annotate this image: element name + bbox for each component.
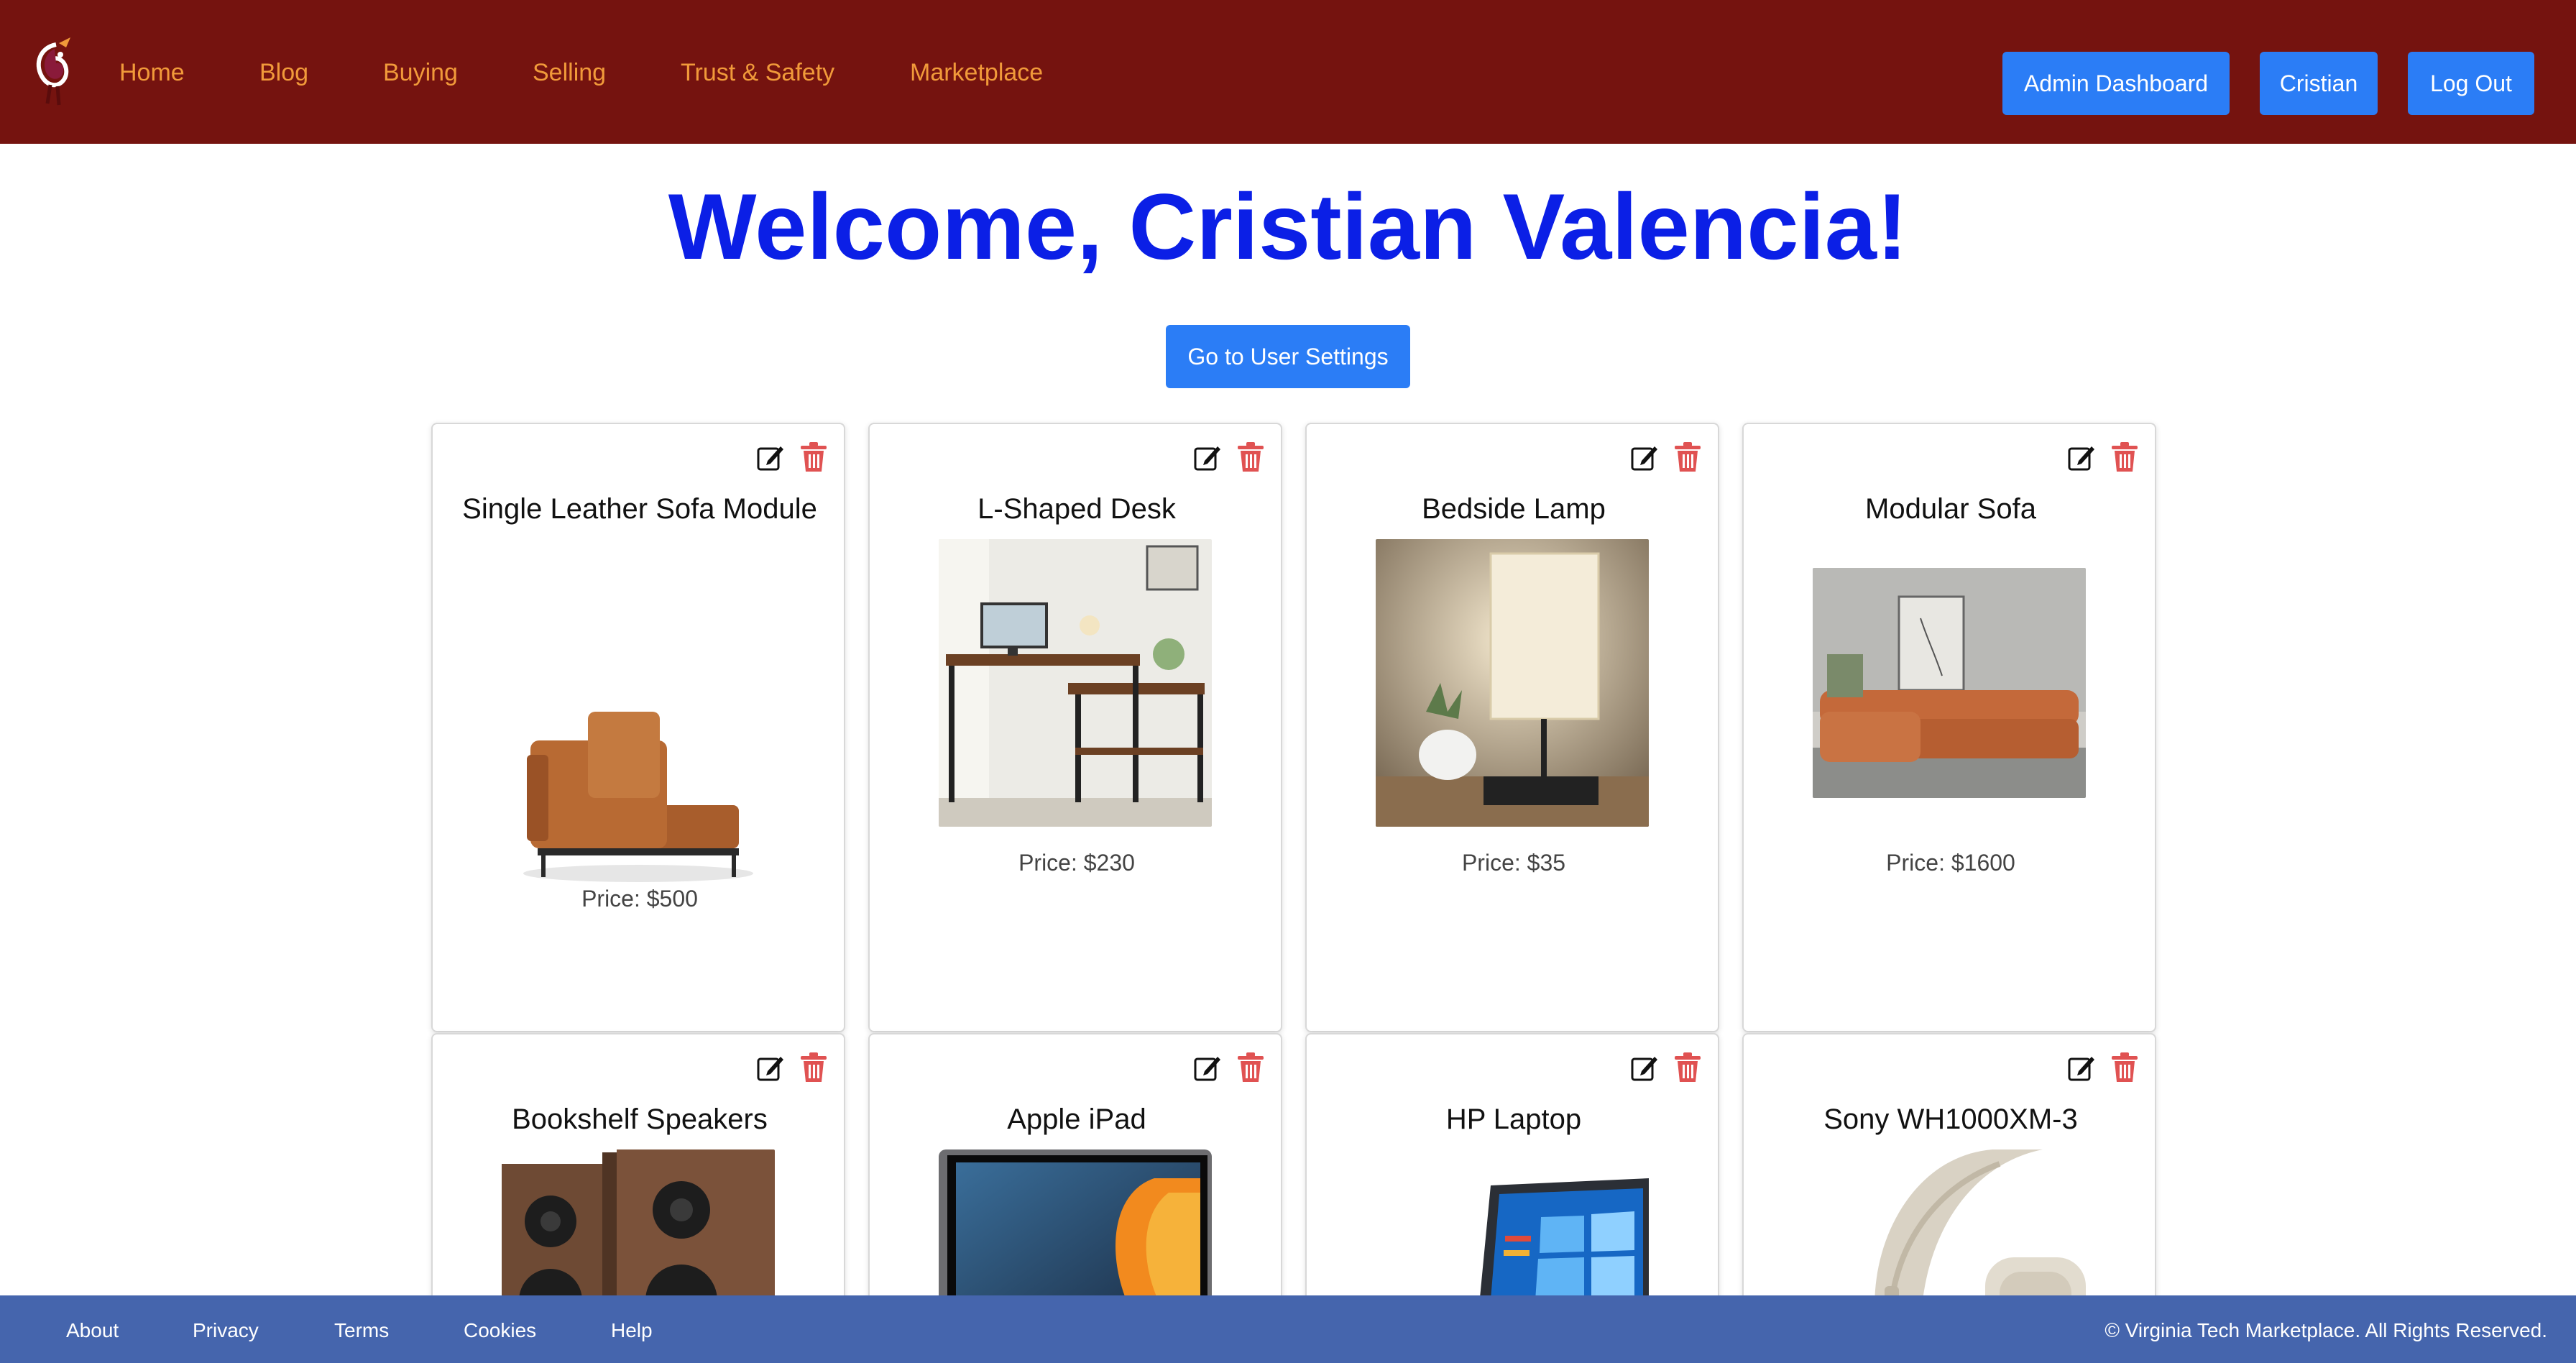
- footer-terms-link[interactable]: Terms: [334, 1318, 389, 1343]
- edit-icon[interactable]: [2067, 1053, 2096, 1082]
- trash-icon[interactable]: [799, 441, 828, 473]
- user-settings-button[interactable]: Go to User Settings: [1166, 325, 1410, 388]
- footer-privacy-link[interactable]: Privacy: [193, 1318, 259, 1343]
- top-navbar: Home Blog Buying Selling Trust & Safety …: [0, 0, 2576, 144]
- listing-title: Apple iPad: [1007, 1103, 1146, 1135]
- copyright-text: © Virginia Tech Marketplace. All Rights …: [2104, 1319, 2547, 1341]
- trash-icon[interactable]: [1673, 1052, 1702, 1083]
- welcome-heading: Welcome, Cristian Valencia!: [668, 174, 1908, 279]
- listing-card[interactable]: Modular Sofa Price: $1600: [1742, 423, 2156, 1032]
- listing-price: Price: $1600: [1886, 850, 2015, 876]
- edit-icon[interactable]: [1630, 443, 1659, 472]
- trash-icon[interactable]: [2110, 1052, 2139, 1083]
- hokiebird-logo-icon[interactable]: [26, 35, 86, 112]
- edit-icon[interactable]: [1193, 1053, 1222, 1082]
- nav-selling[interactable]: Selling: [533, 58, 606, 88]
- listing-card[interactable]: Apple iPad: [868, 1033, 1282, 1335]
- user-profile-button[interactable]: Cristian: [2260, 52, 2378, 115]
- trash-icon[interactable]: [1236, 1052, 1265, 1083]
- nav-marketplace[interactable]: Marketplace: [910, 58, 1043, 88]
- edit-icon[interactable]: [756, 443, 785, 472]
- listing-card[interactable]: HP Laptop: [1305, 1033, 1719, 1335]
- listing-title: Sony WH1000XM-3: [1823, 1103, 2078, 1135]
- listing-image[interactable]: [1376, 539, 1649, 827]
- listing-image[interactable]: [939, 539, 1212, 827]
- nav-trust-safety[interactable]: Trust & Safety: [681, 58, 834, 88]
- logout-button[interactable]: Log Out: [2408, 52, 2534, 115]
- listing-title: HP Laptop: [1445, 1103, 1582, 1135]
- listing-title: Single Leather Sofa Module: [462, 493, 817, 525]
- edit-icon[interactable]: [1193, 443, 1222, 472]
- listing-price: Price: $230: [1018, 850, 1135, 876]
- listing-card[interactable]: L-Shaped Desk Price: $230: [868, 423, 1282, 1032]
- trash-icon[interactable]: [2110, 441, 2139, 473]
- admin-dashboard-button[interactable]: Admin Dashboard: [2002, 52, 2230, 115]
- listing-card[interactable]: Single Leather Sofa Module Price: $500: [431, 423, 845, 1032]
- listing-title: Modular Sofa: [1865, 493, 2036, 525]
- listing-price: Price: $500: [581, 886, 698, 912]
- listing-card[interactable]: Bedside Lamp Price: $35: [1305, 423, 1719, 1032]
- footer-help-link[interactable]: Help: [611, 1318, 653, 1343]
- trash-icon[interactable]: [1236, 441, 1265, 473]
- nav-blog[interactable]: Blog: [259, 58, 308, 88]
- footer-about-link[interactable]: About: [66, 1318, 119, 1343]
- trash-icon[interactable]: [799, 1052, 828, 1083]
- footer: About Privacy Terms Cookies Help © Virgi…: [0, 1295, 2576, 1363]
- listing-price: Price: $35: [1461, 850, 1566, 876]
- listing-image[interactable]: [1813, 568, 2086, 798]
- listing-title: Bedside Lamp: [1422, 493, 1606, 525]
- edit-icon[interactable]: [1630, 1053, 1659, 1082]
- listing-card[interactable]: Bookshelf Speakers: [431, 1033, 845, 1335]
- listing-title: Bookshelf Speakers: [512, 1103, 768, 1135]
- edit-icon[interactable]: [2067, 443, 2096, 472]
- footer-cookies-link[interactable]: Cookies: [464, 1318, 536, 1343]
- trash-icon[interactable]: [1673, 441, 1702, 473]
- nav-home[interactable]: Home: [119, 58, 185, 88]
- nav-buying[interactable]: Buying: [383, 58, 458, 88]
- listing-card[interactable]: Sony WH1000XM-3: [1742, 1033, 2156, 1335]
- listing-title: L-Shaped Desk: [978, 493, 1176, 525]
- edit-icon[interactable]: [756, 1053, 785, 1082]
- listing-image[interactable]: [502, 611, 775, 913]
